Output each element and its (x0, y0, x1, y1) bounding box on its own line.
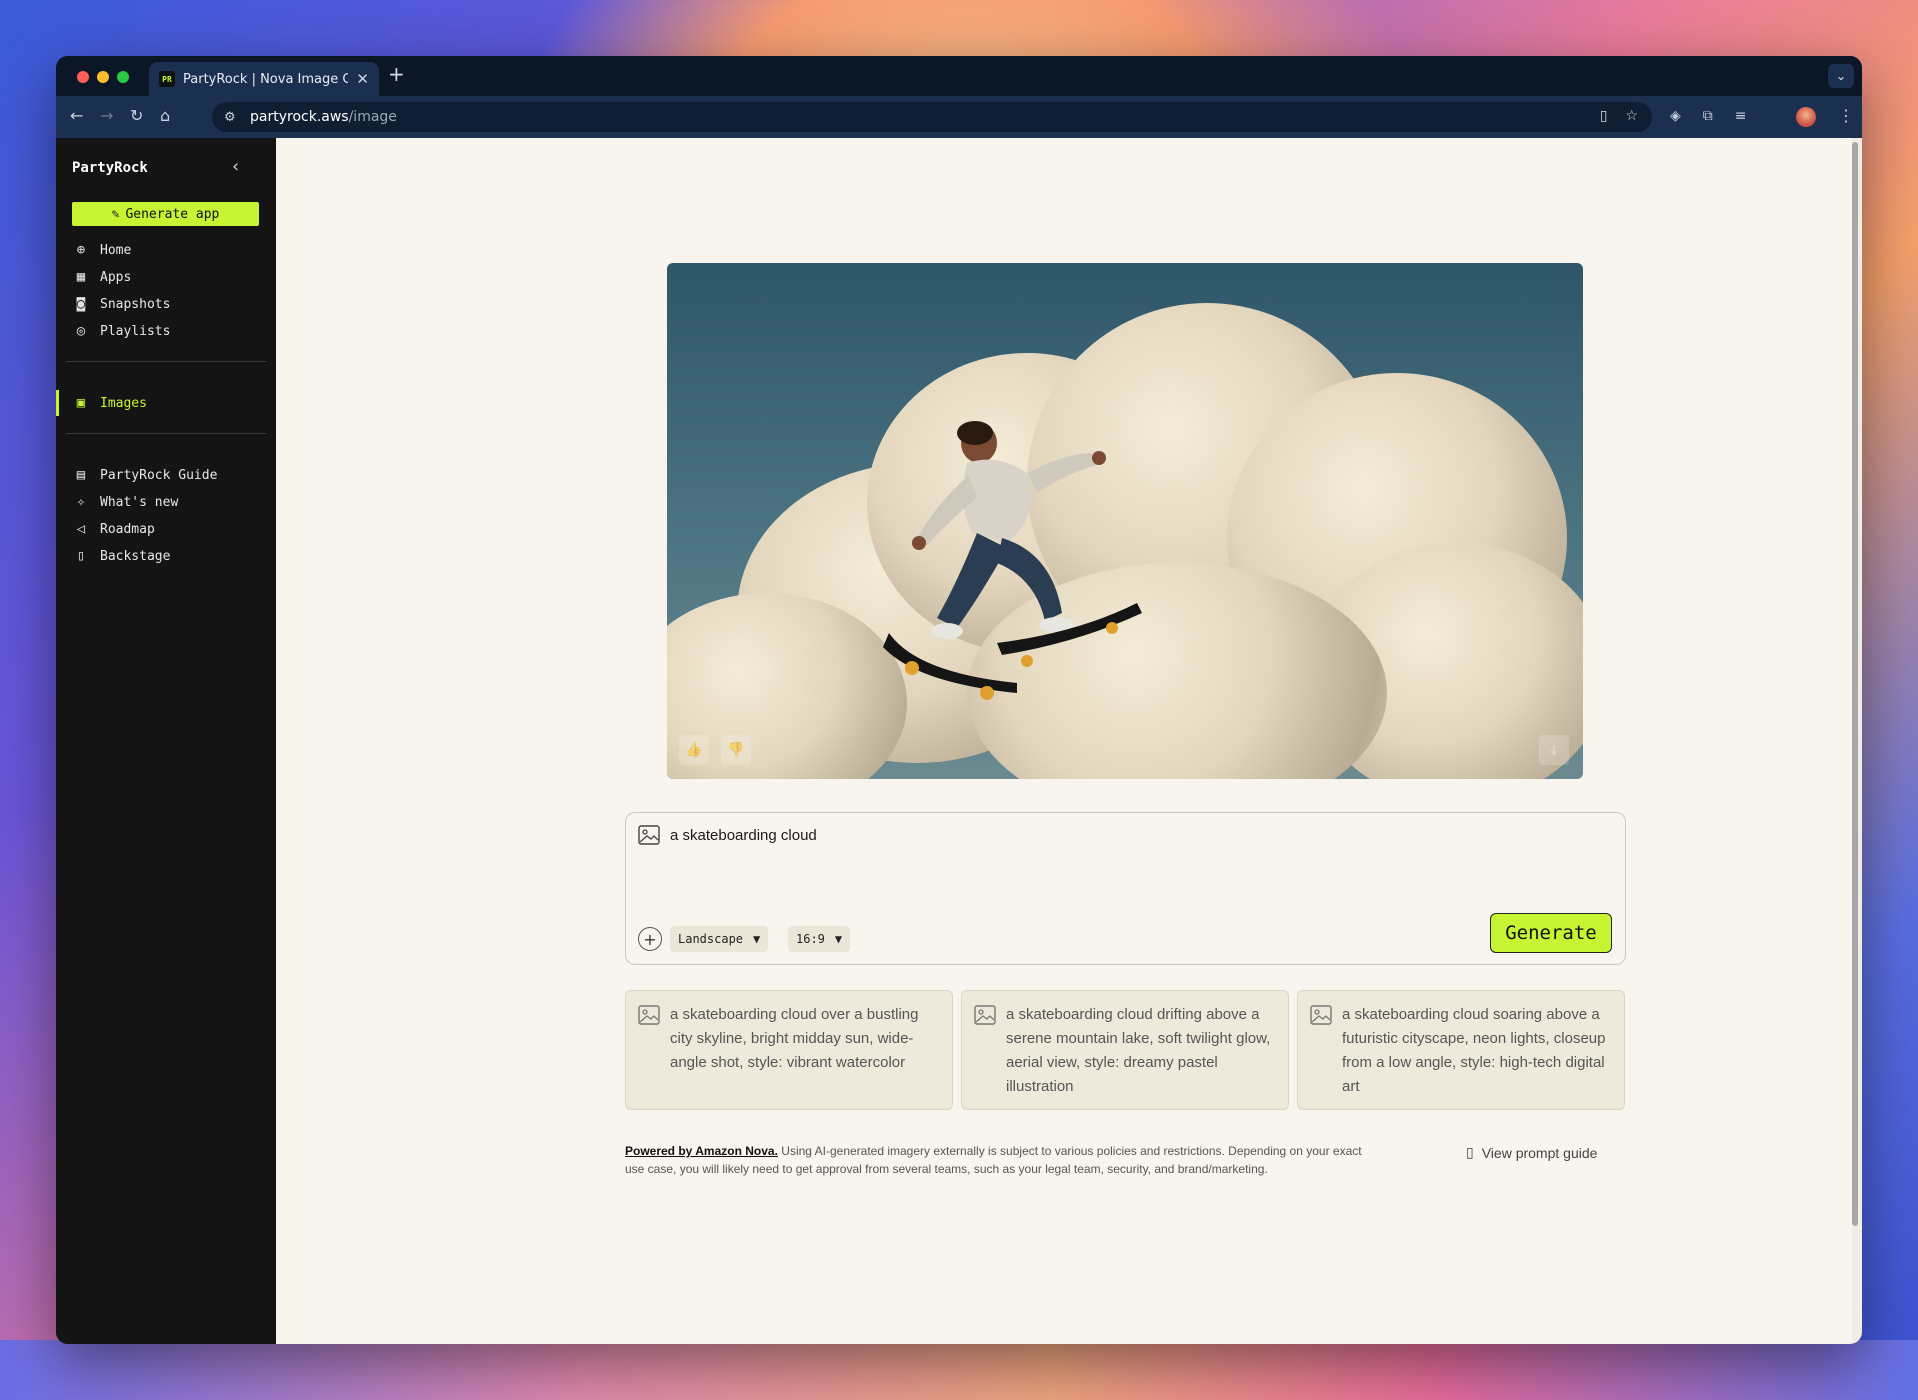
reload-icon[interactable]: ↻ (130, 106, 143, 125)
magic-wand-icon: ✎ (111, 206, 120, 222)
close-window-button[interactable] (77, 71, 89, 83)
suggestion-card[interactable]: a skateboarding cloud drifting above a s… (961, 990, 1289, 1110)
orientation-select[interactable]: Landscape ▼ (670, 926, 769, 952)
browser-window: PR PartyRock | Nova Image Generator ✕ + … (56, 56, 1862, 1344)
add-image-button[interactable]: + (638, 927, 662, 951)
sidebar-divider (66, 361, 266, 362)
download-icon[interactable]: ⤓ (1539, 735, 1569, 765)
tab-title: PartyRock | Nova Image Generator (183, 71, 349, 87)
tab-close-icon[interactable]: ✕ (356, 70, 369, 88)
playlist-icon: ◎ (76, 323, 86, 339)
suggestion-card[interactable]: a skateboarding cloud over a bustling ci… (625, 990, 953, 1110)
collapse-sidebar-icon[interactable]: ‹ (232, 156, 239, 177)
image-suggestion-icon (638, 1005, 660, 1025)
view-prompt-guide-link[interactable]: ▯ View prompt guide (1466, 1144, 1597, 1161)
sidebar: PartyRock ‹ ✎ Generate app ⊕ Home ▦ Apps… (56, 138, 276, 1344)
maximize-window-button[interactable] (117, 71, 129, 83)
dropdown-arrow-icon: ▼ (753, 932, 761, 946)
sidebar-item-snapshots[interactable]: ◙ Snapshots (72, 292, 171, 316)
dropdown-arrow-icon: ▼ (834, 932, 843, 946)
extension-icon[interactable]: ◈ (1670, 108, 1681, 124)
sidebar-divider (66, 433, 266, 434)
suggestion-card[interactable]: a skateboarding cloud soaring above a fu… (1297, 990, 1625, 1110)
bookmark-star-icon[interactable]: ☆ (1625, 108, 1638, 124)
image-prompt-icon (638, 825, 660, 845)
thumbs-down-icon[interactable]: 👎 (721, 735, 751, 765)
active-indicator (56, 390, 59, 416)
layout-icon: ▦ (76, 269, 86, 285)
book-icon: ▯ (1466, 1144, 1474, 1160)
sidebar-item-backstage[interactable]: ▯ Backstage (72, 544, 171, 568)
desktop-wallpaper-bottom (0, 1340, 1918, 1400)
prompt-text[interactable]: a skateboarding cloud (670, 827, 817, 844)
generate-button[interactable]: Generate (1490, 913, 1612, 953)
image-suggestion-icon (1310, 1005, 1332, 1025)
sidebar-item-images[interactable]: ▣ Images (72, 391, 147, 415)
generated-image: 👍 👎 ⤓ (667, 263, 1583, 779)
address-bar[interactable]: ⚙ partyrock.aws/image ▯ ☆ (212, 102, 1652, 132)
media-controls-icon[interactable]: ≡ (1735, 108, 1747, 124)
browser-toolbar: ← → ↻ ⌂ ⚙ partyrock.aws/image ▯ ☆ ◈ ⧉ ≡ … (56, 96, 1862, 138)
tab-search-chevron-icon[interactable]: ⌄ (1828, 64, 1854, 88)
sidebar-item-roadmap[interactable]: ◁ Roadmap (72, 517, 155, 541)
profile-avatar[interactable] (1796, 107, 1816, 127)
generate-app-button[interactable]: ✎ Generate app (72, 202, 259, 226)
image-icon: ▣ (76, 395, 86, 411)
brand-logo[interactable]: PartyRock (72, 160, 148, 176)
megaphone-icon: ◁ (76, 521, 86, 537)
sidebar-item-whats-new[interactable]: ✧ What's new (72, 490, 179, 514)
sidebar-item-home[interactable]: ⊕ Home (72, 238, 132, 262)
minimize-window-button[interactable] (97, 71, 109, 83)
prompt-input-box[interactable]: a skateboarding cloud + Landscape ▼ 16:9… (625, 812, 1626, 965)
main-content: 👍 👎 ⤓ a skateboarding cloud + Landscape … (276, 138, 1852, 1344)
back-arrow-icon[interactable]: ← (70, 106, 83, 125)
thumbs-up-icon[interactable]: 👍 (679, 735, 709, 765)
site-settings-icon[interactable]: ⚙ (224, 110, 242, 125)
browser-tab[interactable]: PR PartyRock | Nova Image Generator ✕ (149, 62, 379, 96)
sidebar-item-guide[interactable]: ▤ PartyRock Guide (72, 463, 218, 487)
puzzle-extensions-icon[interactable]: ⧉ (1703, 108, 1713, 124)
new-tab-icon[interactable]: + (388, 62, 405, 86)
tab-bar: PR PartyRock | Nova Image Generator ✕ + … (56, 56, 1862, 96)
sidebar-item-apps[interactable]: ▦ Apps (72, 265, 132, 289)
skater-figure (883, 421, 1142, 700)
browser-menu-icon[interactable]: ⋮ (1838, 106, 1854, 125)
forward-arrow-icon[interactable]: → (100, 106, 113, 125)
door-icon: ▯ (76, 548, 86, 564)
image-suggestion-icon (974, 1005, 996, 1025)
camera-icon: ◙ (76, 296, 86, 312)
aspect-ratio-select[interactable]: 16:9 ▼ (788, 926, 851, 952)
scrollbar-thumb[interactable] (1852, 142, 1858, 1226)
powered-by-link[interactable]: Powered by Amazon Nova. (625, 1144, 778, 1158)
sparkle-icon: ✧ (76, 494, 86, 510)
book-icon: ▤ (76, 467, 86, 483)
sidebar-item-playlists[interactable]: ◎ Playlists (72, 319, 171, 343)
footer-disclaimer: Powered by Amazon Nova. Using AI-generat… (625, 1142, 1365, 1178)
home-icon[interactable]: ⌂ (160, 106, 170, 125)
url-text: partyrock.aws/image (250, 109, 397, 125)
page-info-icon[interactable]: ▯ (1600, 108, 1608, 124)
favicon-icon: PR (159, 71, 175, 87)
globe-icon: ⊕ (76, 242, 86, 258)
